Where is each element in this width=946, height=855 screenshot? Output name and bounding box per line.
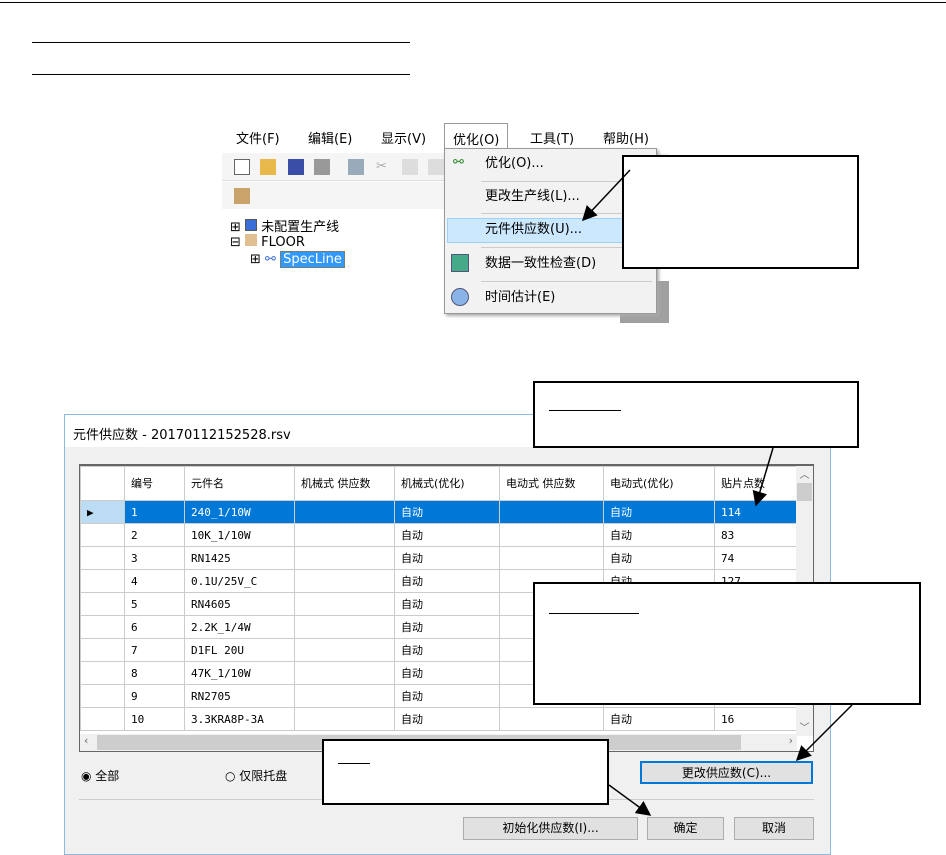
arrow <box>752 447 774 507</box>
callout-arrows <box>581 169 853 816</box>
arrow <box>608 784 652 816</box>
arrow <box>581 169 631 222</box>
arrow <box>795 704 853 762</box>
